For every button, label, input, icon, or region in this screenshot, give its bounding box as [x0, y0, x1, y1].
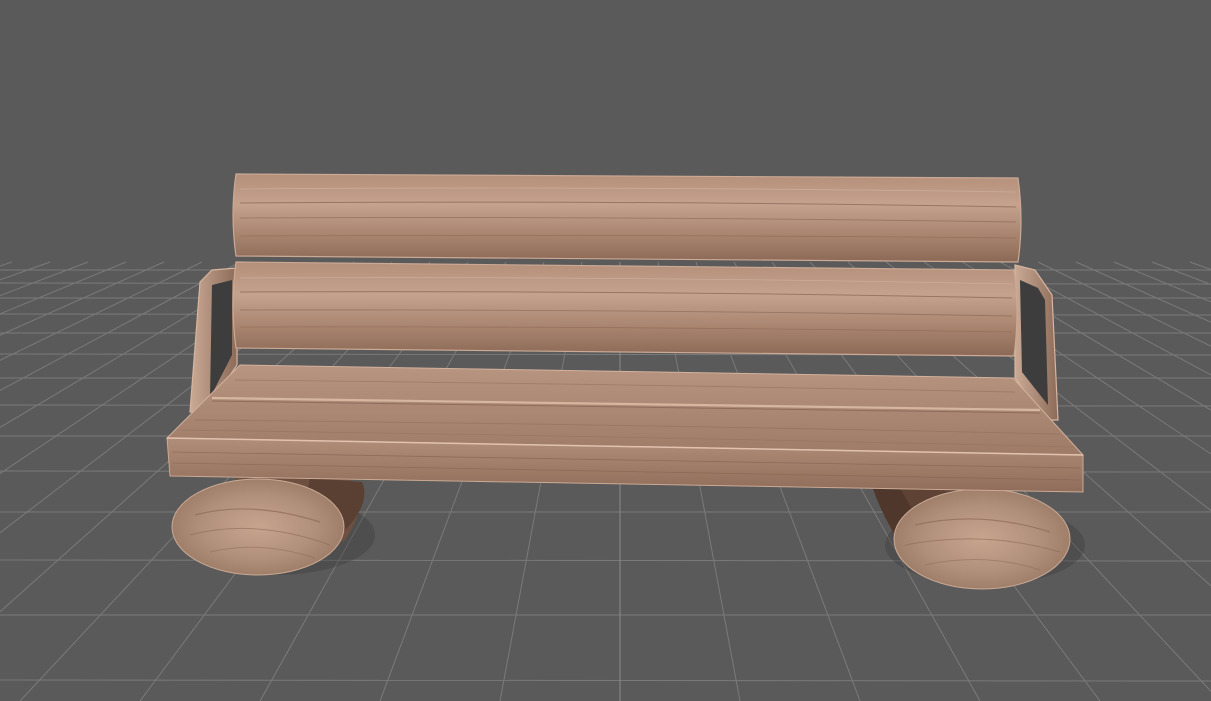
grid-line-depth — [0, 261, 13, 267]
grid-line-depth — [0, 261, 127, 315]
grid-line-horizontal — [0, 679, 1211, 682]
backrest-lower-plank[interactable] — [232, 261, 1018, 357]
3d-viewport[interactable] — [0, 0, 1211, 701]
bench-model[interactable] — [165, 173, 1085, 590]
viewport-canvas[interactable] — [0, 0, 1211, 701]
grid-line-depth — [1075, 261, 1211, 323]
backrest-top-plank[interactable] — [232, 173, 1022, 263]
grid-line-depth — [0, 261, 51, 281]
grid-line-depth — [1189, 261, 1211, 271]
right-log-leg[interactable] — [872, 486, 1071, 590]
grid-line-depth — [1151, 261, 1211, 286]
grid-line-depth — [0, 261, 203, 361]
grid-line-depth — [0, 261, 89, 297]
grid-line-depth — [1113, 261, 1211, 303]
